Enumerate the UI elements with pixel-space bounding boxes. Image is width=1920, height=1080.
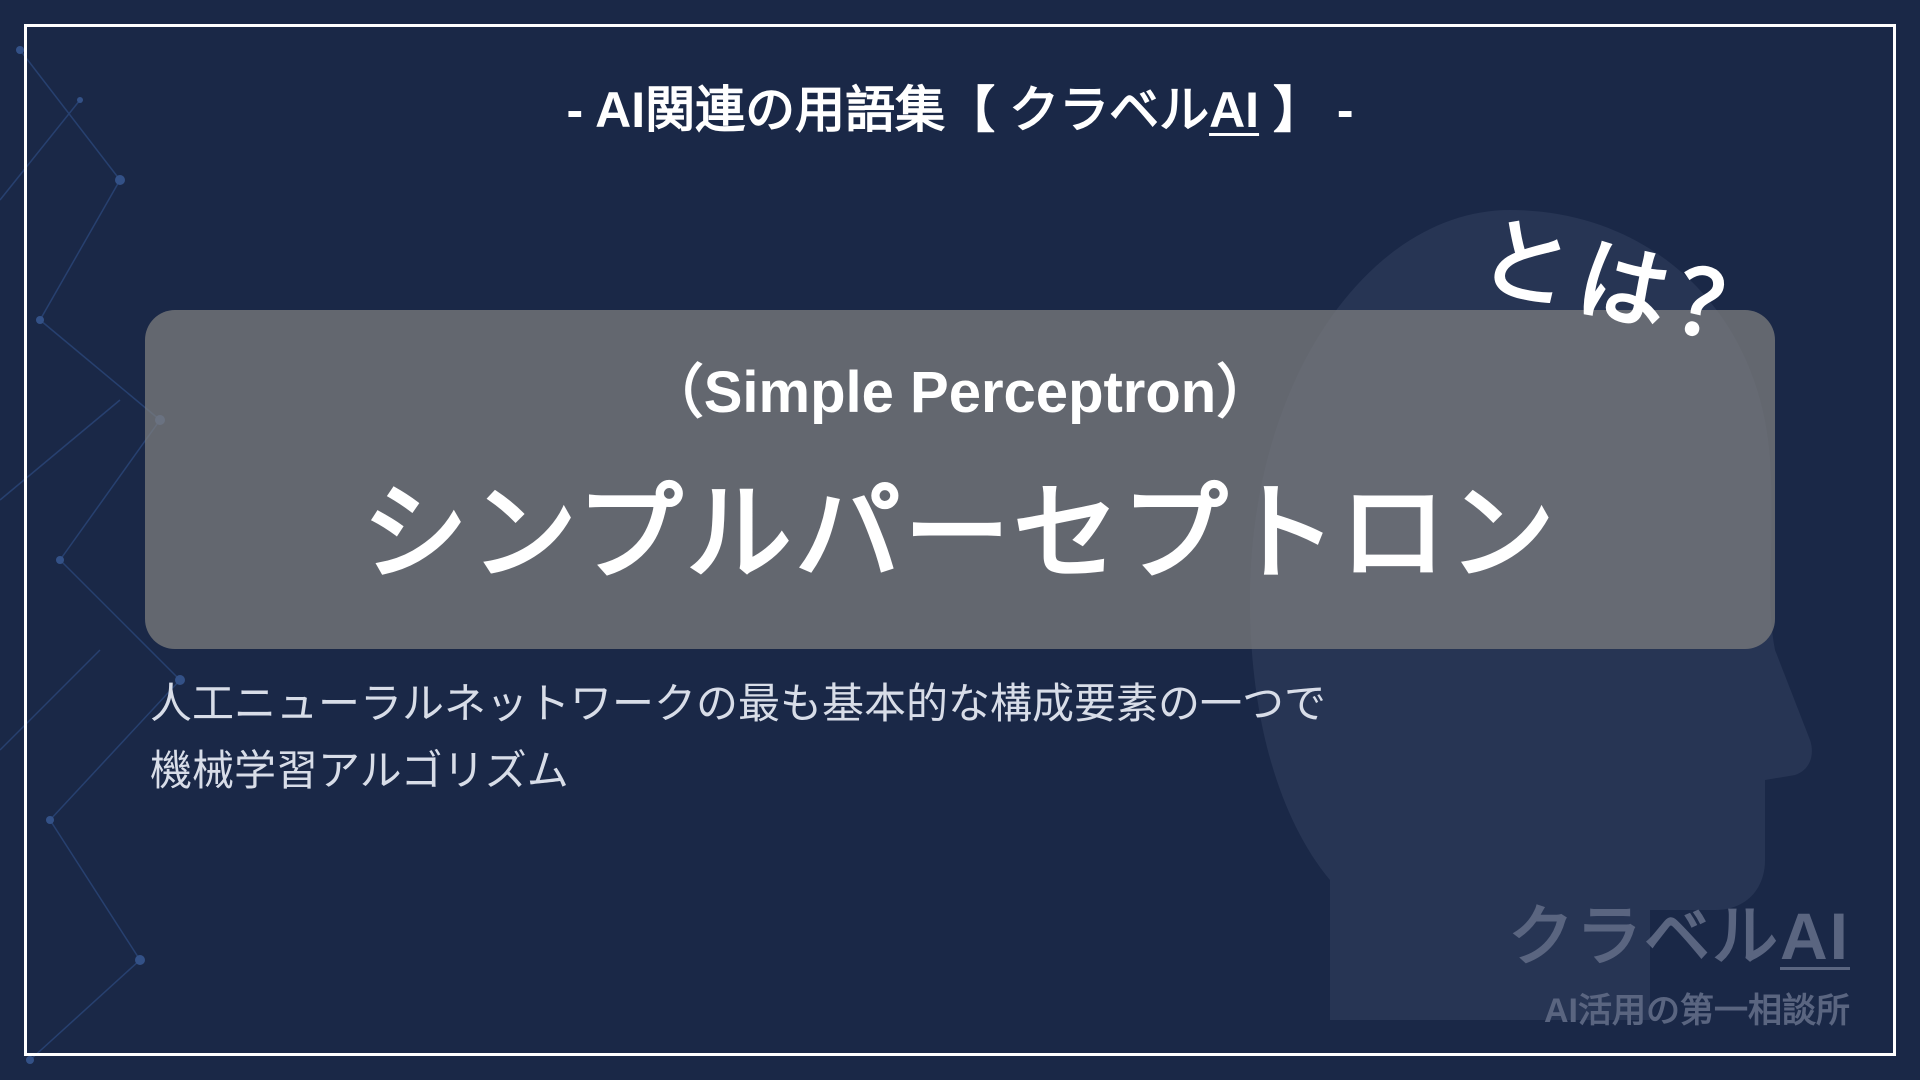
term-description: 人工ニューラルネットワークの最も基本的な構成要素の一つで 機械学習アルゴリズム xyxy=(150,670,1326,804)
brand-name: クラベルAI xyxy=(1508,883,1850,979)
term-english: （Simple Perceptron） xyxy=(195,345,1725,429)
term-japanese: シンプルパーセプトロン xyxy=(195,447,1725,601)
header-main: AI関連の用語集 xyxy=(595,82,945,138)
header-brand-part1: クラベル xyxy=(1009,82,1209,138)
page-header: - AI関連の用語集【 クラベルAI 】 - xyxy=(566,70,1353,142)
header-bracket-close: 】 xyxy=(1259,82,1323,138)
brand-name-ai: AI xyxy=(1780,899,1850,973)
brand-footer: クラベルAI AI活用の第一相談所 xyxy=(1508,883,1850,1032)
brand-name-part1: クラベル xyxy=(1508,899,1780,973)
description-line1: 人工ニューラルネットワークの最も基本的な構成要素の一つで xyxy=(150,670,1326,737)
header-suffix: - xyxy=(1323,82,1354,138)
header-bracket-open: 【 xyxy=(945,82,1009,138)
term-definition-box: （Simple Perceptron） シンプルパーセプトロン xyxy=(145,310,1775,649)
brand-tagline: AI活用の第一相談所 xyxy=(1508,983,1850,1032)
description-line2: 機械学習アルゴリズム xyxy=(150,737,1326,804)
header-brand-ai: AI xyxy=(1209,82,1259,138)
header-prefix: - xyxy=(566,82,595,138)
